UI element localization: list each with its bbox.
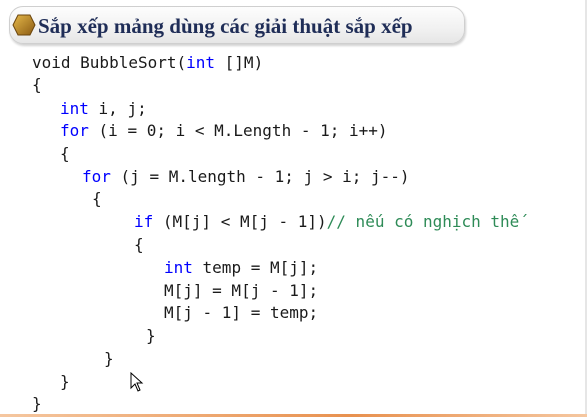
code-text: }: [104, 349, 114, 368]
code-line: M[j] = M[j - 1];: [164, 281, 318, 301]
code-text: (j = M.length - 1; j > i; j--): [110, 167, 410, 186]
code-line: {: [32, 75, 42, 95]
code-text: }: [60, 372, 70, 391]
code-line: int i, j;: [60, 99, 147, 119]
code-block: void BubbleSort(int []M) { int i, j; for…: [0, 0, 587, 417]
code-keyword: for: [82, 167, 111, 186]
code-text: []M): [215, 53, 264, 72]
code-keyword: int: [60, 99, 89, 118]
code-keyword: if: [134, 212, 154, 231]
code-keyword: int: [164, 258, 193, 277]
code-line: }: [60, 372, 70, 392]
code-line: {: [92, 189, 102, 209]
code-text: {: [134, 235, 144, 254]
code-line: if (M[j] < M[j - 1])// nếu có nghịch thế: [134, 212, 519, 232]
code-line: {: [134, 235, 144, 255]
code-text: i, j;: [88, 99, 147, 118]
code-text: temp = M[j];: [192, 258, 319, 277]
code-text: {: [92, 189, 102, 208]
code-text: M[j - 1] = temp;: [164, 303, 319, 322]
code-line: void BubbleSort(int []M): [32, 53, 263, 73]
code-comment: // nếu có nghịch thế: [326, 212, 520, 231]
code-keyword: int: [186, 53, 216, 72]
code-text: (i = 0; i < M.Length - 1; i++): [88, 121, 388, 140]
code-line: int temp = M[j];: [164, 258, 318, 278]
mouse-pointer-icon: [130, 372, 144, 392]
code-line: for (i = 0; i < M.Length - 1; i++): [60, 121, 388, 141]
code-text: M[j] = M[j - 1];: [164, 281, 319, 300]
code-keyword: for: [60, 121, 89, 140]
code-text: {: [60, 144, 70, 163]
code-line: for (j = M.length - 1; j > i; j--): [82, 167, 410, 187]
code-text: void BubbleSort(: [32, 53, 187, 72]
code-line: }: [146, 326, 156, 346]
code-text: }: [32, 394, 42, 413]
code-line: }: [104, 349, 114, 369]
code-text: (M[j] < M[j - 1]): [153, 212, 327, 231]
presentation-slide: Sắp xếp mảng dùng các giải thuật sắp xếp…: [0, 0, 587, 417]
code-text: {: [32, 75, 42, 94]
code-text: }: [146, 326, 156, 345]
code-line: M[j - 1] = temp;: [164, 303, 318, 323]
code-line: {: [60, 144, 70, 164]
code-line: }: [32, 394, 42, 414]
